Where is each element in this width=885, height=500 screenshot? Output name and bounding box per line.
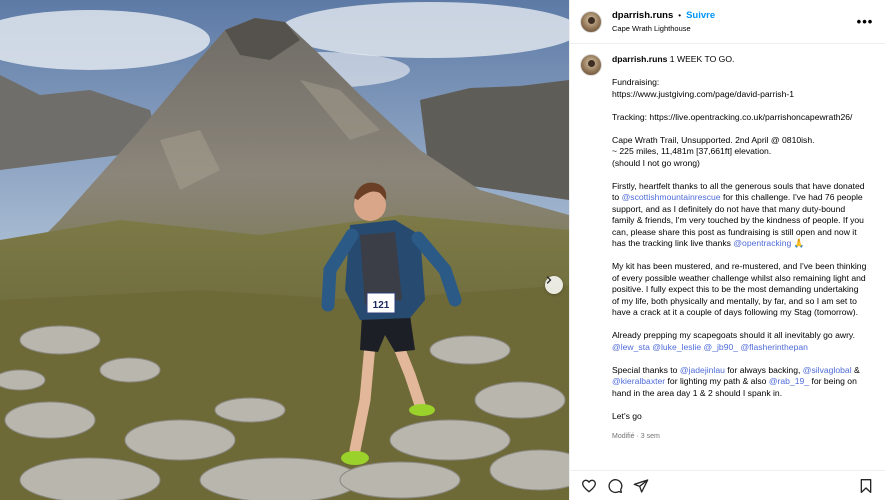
caption-avatar[interactable] [580, 54, 602, 76]
post-meta: Modifié · 3 sem [612, 432, 660, 440]
username-link[interactable]: dparrish.runs [612, 10, 673, 22]
mention-jadejinlau[interactable]: @jadejinlau [680, 365, 725, 375]
heart-icon [582, 479, 596, 492]
scapegoats-paragraph: Already prepping my scapegoats should it… [612, 330, 868, 353]
caption-area: dparrish.runs 1 WEEK TO GO. Fundraising:… [570, 44, 885, 470]
mention-scottishmountainrescue[interactable]: @scottishmountainrescue [622, 192, 721, 202]
save-button[interactable] [857, 477, 875, 495]
caption-text: dparrish.runs 1 WEEK TO GO. Fundraising:… [612, 54, 868, 470]
special-thanks-paragraph: Special thanks to @jadejinlau for always… [612, 365, 868, 400]
share-icon [633, 478, 649, 493]
action-bar [570, 470, 885, 500]
next-photo-button[interactable] [545, 276, 563, 294]
bib-number: 121 [373, 300, 390, 311]
header-text: dparrish.runs • Suivre Cape Wrath Lighth… [612, 10, 855, 34]
trail-line-1: Cape Wrath Trail, Unsupported. 2nd April… [612, 134, 815, 145]
more-icon: ••• [856, 14, 874, 29]
mention-opentracking[interactable]: @opentracking [733, 238, 791, 248]
comment-icon [608, 478, 623, 493]
special-text-4: for lighting my path & also [665, 376, 769, 386]
caption-title-line: dparrish.runs 1 WEEK TO GO. [612, 54, 868, 66]
special-text-3: & [851, 364, 860, 375]
comment-button[interactable] [606, 477, 624, 495]
post-header: dparrish.runs • Suivre Cape Wrath Lighth… [570, 0, 885, 44]
tracking-line: Tracking: https://live.opentracking.co.u… [612, 111, 853, 122]
mention-rab-19[interactable]: @rab_19_ [769, 376, 809, 386]
bookmark-icon [860, 478, 872, 493]
post-side-panel: dparrish.runs • Suivre Cape Wrath Lighth… [569, 0, 885, 500]
mention-luke-leslie[interactable]: @luke_leslie [652, 342, 701, 352]
caption-title: 1 WEEK TO GO. [669, 54, 735, 64]
praying-hands-icon: 🙏 [793, 238, 805, 248]
special-text-1: Special thanks to [612, 364, 680, 375]
share-button[interactable] [632, 477, 650, 495]
header-line: dparrish.runs • Suivre [612, 10, 855, 22]
fundraising-label: Fundraising: [612, 77, 660, 87]
mention-jb90[interactable]: @_jb90_ [704, 342, 739, 352]
mention-silvaglobal[interactable]: @silvaglobal [803, 365, 852, 375]
fundraising-block: Fundraising: https://www.justgiving.com/… [612, 77, 868, 100]
trail-block: Cape Wrath Trail, Unsupported. 2nd April… [612, 135, 868, 170]
mention-flasherinthepan[interactable]: @flasherinthepan [740, 342, 808, 352]
location-link[interactable]: Cape Wrath Lighthouse [612, 23, 855, 34]
caption-username[interactable]: dparrish.runs [612, 54, 667, 64]
post-photo[interactable]: 121 [0, 0, 569, 500]
special-text-2: for always backing, [724, 364, 803, 375]
kit-paragraph: My kit has been mustered, and re-mustere… [612, 261, 867, 317]
chevron-right-icon [546, 276, 552, 284]
signoff-line: Let's go [612, 410, 642, 421]
fundraising-url: https://www.justgiving.com/page/david-pa… [612, 88, 794, 99]
like-button[interactable] [580, 477, 598, 495]
instagram-post: 121 dparrish.runs • Suivre Cape Wrath Li… [0, 0, 885, 500]
thanks-paragraph: Firstly, heartfelt thanks to all the gen… [612, 181, 868, 250]
separator-dot: • [678, 10, 682, 20]
scapegoats-text: Already prepping my scapegoats should it… [612, 330, 855, 340]
more-options-button[interactable]: ••• [855, 12, 875, 32]
trail-line-2: ~ 225 miles, 11,481m [37,661ft] elevatio… [612, 146, 772, 156]
trail-line-3: (should I not go wrong) [612, 157, 700, 168]
mountain-runner-image: 121 [0, 0, 569, 500]
avatar[interactable] [580, 10, 602, 33]
mention-kieralbaxter[interactable]: @kieralbaxter [612, 376, 665, 386]
mention-lew-sta[interactable]: @lew_sta [612, 342, 650, 352]
follow-button[interactable]: Suivre [686, 10, 715, 22]
